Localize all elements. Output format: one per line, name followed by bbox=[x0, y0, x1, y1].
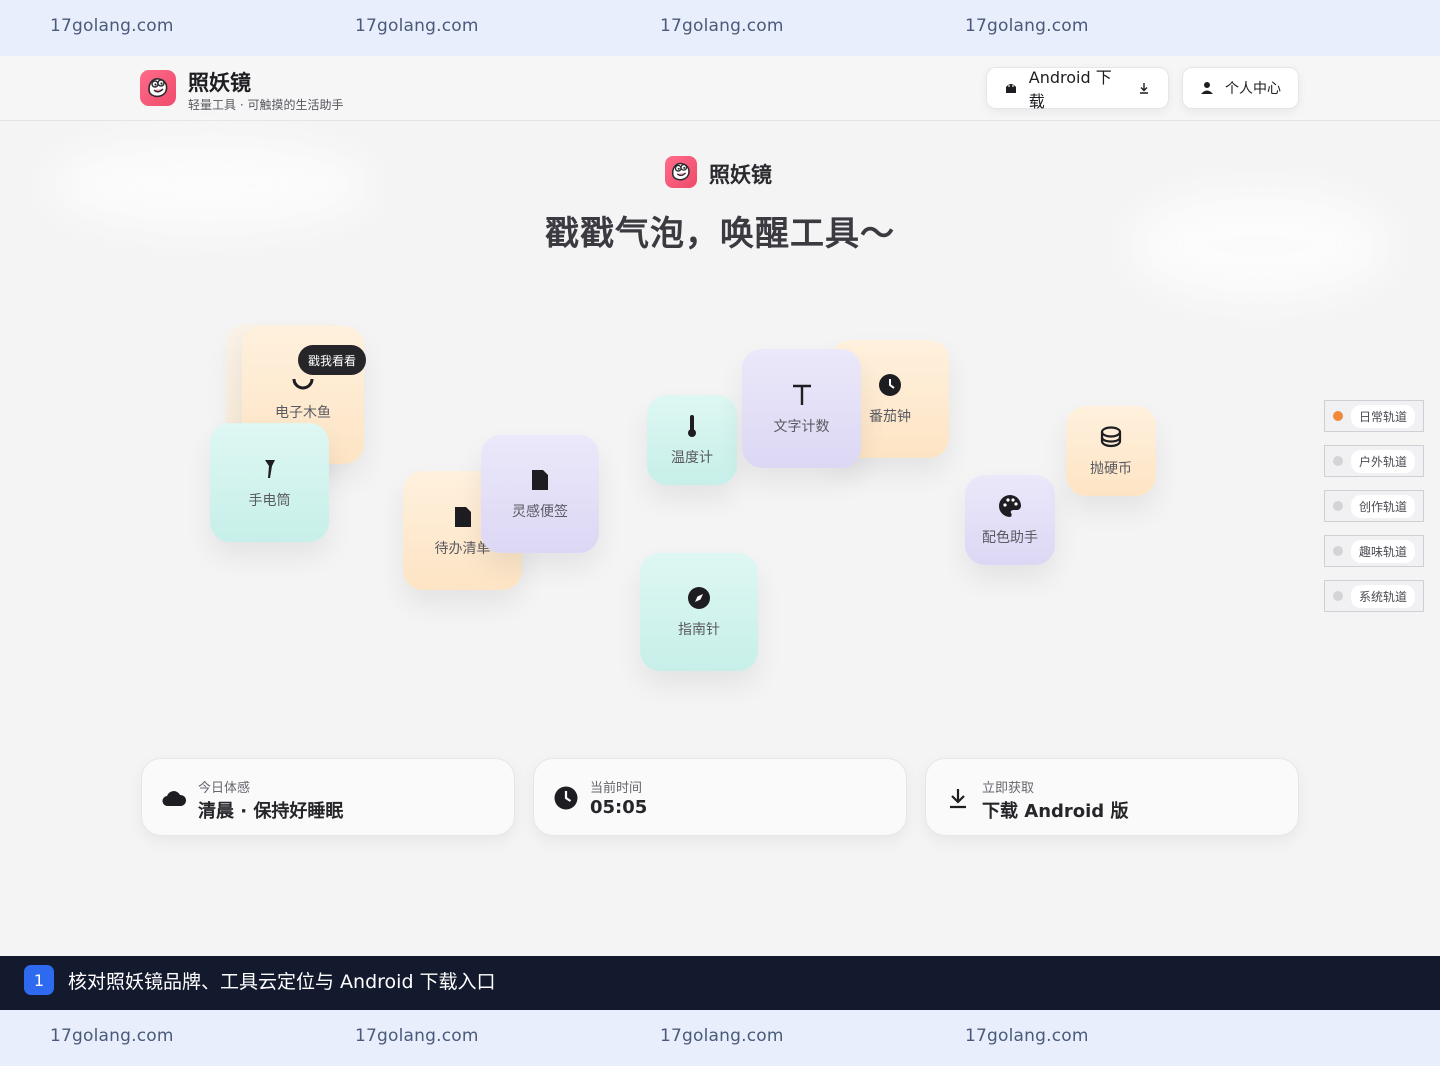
profile-label: 个人中心 bbox=[1225, 81, 1281, 97]
rail-item[interactable]: 系统轨道 bbox=[1324, 580, 1424, 612]
tool-tile-coin[interactable]: 抛硬币 bbox=[1066, 406, 1156, 496]
tool-tile-palette[interactable]: 配色助手 bbox=[965, 475, 1055, 565]
rail-status-dot bbox=[1333, 411, 1343, 421]
tool-label: 指南针 bbox=[678, 622, 720, 638]
android-icon bbox=[1003, 80, 1019, 96]
caption-text: 核对照妖镜品牌、工具云定位与 Android 下载入口 bbox=[68, 971, 496, 993]
tool-label: 电子木鱼 bbox=[275, 405, 331, 421]
time-value: 05:05 bbox=[590, 797, 648, 818]
tool-tile-wordcount[interactable]: 文字计数 bbox=[742, 349, 861, 468]
app-logo-icon[interactable] bbox=[140, 70, 176, 106]
hero-logo-icon bbox=[665, 156, 697, 188]
coin-icon bbox=[1098, 424, 1124, 450]
profile-button[interactable]: 个人中心 bbox=[1182, 67, 1299, 109]
brand-subtitle: 轻量工具 · 可触摸的生活助手 bbox=[188, 98, 344, 112]
tool-label: 温度计 bbox=[671, 450, 713, 466]
document-icon bbox=[450, 504, 476, 530]
rail-status-dot bbox=[1333, 456, 1343, 466]
palette-icon bbox=[997, 493, 1023, 519]
download-card[interactable]: 立即获取 下载 Android 版 bbox=[925, 758, 1299, 836]
rail-item[interactable]: 户外轨道 bbox=[1324, 445, 1424, 477]
mood-value: 清晨 · 保持好睡眠 bbox=[198, 801, 344, 822]
rail-item-label: 趣味轨道 bbox=[1351, 539, 1416, 563]
watermark-text: 17golang.com bbox=[965, 16, 1089, 36]
caption-bar: 1 核对照妖镜品牌、工具云定位与 Android 下载入口 bbox=[0, 956, 1440, 1010]
watermark-bar-bottom: 17golang.com 17golang.com 17golang.com 1… bbox=[0, 1010, 1440, 1066]
watermark-text: 17golang.com bbox=[660, 16, 784, 36]
clock-icon bbox=[877, 372, 903, 398]
watermark-text: 17golang.com bbox=[965, 1026, 1089, 1046]
watermark-text: 17golang.com bbox=[50, 1026, 174, 1046]
rail-item-label: 创作轨道 bbox=[1351, 494, 1416, 518]
rail-item[interactable]: 创作轨道 bbox=[1324, 490, 1424, 522]
hero-title: 戳戳气泡，唤醒工具～ bbox=[545, 214, 895, 254]
mood-label: 今日体感 bbox=[198, 781, 251, 796]
tool-tile-notes[interactable]: 灵感便签 bbox=[481, 435, 599, 553]
rail-status-dot bbox=[1333, 591, 1343, 601]
tool-label: 灵感便签 bbox=[512, 504, 568, 520]
brand-title: 照妖镜 bbox=[188, 71, 251, 95]
download-arrow-icon bbox=[1136, 80, 1152, 96]
rail-item[interactable]: 日常轨道 bbox=[1324, 400, 1424, 432]
thermometer-icon bbox=[679, 413, 705, 439]
muyu-tooltip: 戳我看看 bbox=[298, 345, 367, 375]
mood-card: 今日体感 清晨 · 保持好睡眠 bbox=[141, 758, 515, 836]
tool-tile-thermometer[interactable]: 温度计 bbox=[647, 395, 737, 485]
note-icon bbox=[527, 467, 553, 493]
clock-icon bbox=[554, 786, 578, 810]
watermark-bar-top: 17golang.com 17golang.com 17golang.com 1… bbox=[0, 0, 1440, 56]
cloud-icon bbox=[162, 786, 186, 810]
tool-tile-compass[interactable]: 指南针 bbox=[640, 553, 758, 671]
time-card: 当前时间 05:05 bbox=[533, 758, 907, 836]
tool-label: 番茄钟 bbox=[869, 409, 911, 425]
watermark-text: 17golang.com bbox=[355, 16, 479, 36]
watermark-text: 17golang.com bbox=[50, 16, 174, 36]
tool-tile-flashlight[interactable]: 手电筒 bbox=[210, 423, 329, 542]
download-label: 立即获取 bbox=[982, 781, 1035, 796]
rail-status-dot bbox=[1333, 546, 1343, 556]
tool-label: 配色助手 bbox=[982, 530, 1038, 546]
text-icon bbox=[789, 382, 815, 408]
android-download-label: Android 下载 bbox=[1028, 68, 1112, 111]
watermark-text: 17golang.com bbox=[355, 1026, 479, 1046]
flashlight-icon bbox=[257, 456, 283, 482]
rail-status-dot bbox=[1333, 501, 1343, 511]
rail-item-label: 户外轨道 bbox=[1351, 449, 1416, 473]
hero-brand: 照妖镜 bbox=[709, 163, 772, 187]
tool-label: 文字计数 bbox=[773, 418, 830, 435]
download-value: 下载 Android 版 bbox=[982, 801, 1129, 822]
time-label: 当前时间 bbox=[590, 781, 643, 796]
android-download-button[interactable]: Android 下载 bbox=[986, 67, 1169, 111]
rail-item[interactable]: 趣味轨道 bbox=[1324, 535, 1424, 567]
tool-label: 抛硬币 bbox=[1090, 461, 1132, 477]
download-icon bbox=[946, 786, 970, 810]
caption-step-badge: 1 bbox=[24, 965, 54, 995]
tool-label: 手电筒 bbox=[248, 492, 291, 509]
compass-icon bbox=[686, 585, 712, 611]
user-icon bbox=[1199, 80, 1215, 96]
rail-item-label: 系统轨道 bbox=[1351, 584, 1416, 608]
app-header: 照妖镜 轻量工具 · 可触摸的生活助手 Android 下载 个人中心 bbox=[0, 56, 1440, 121]
watermark-text: 17golang.com bbox=[660, 1026, 784, 1046]
rail-item-label: 日常轨道 bbox=[1351, 404, 1416, 428]
